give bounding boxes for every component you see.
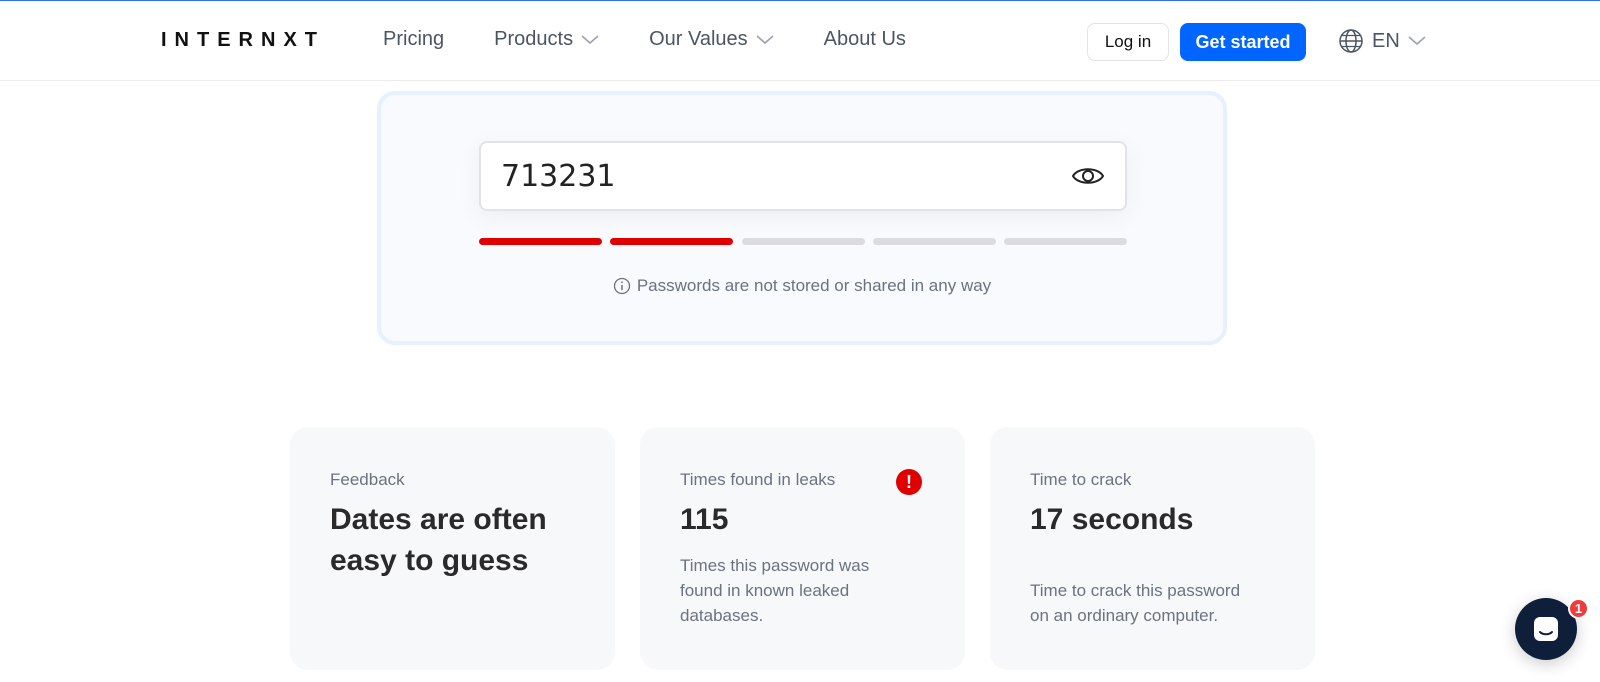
chevron-down-icon <box>756 34 774 44</box>
privacy-note: Passwords are not stored or shared in an… <box>381 276 1223 296</box>
nav-our-values[interactable]: Our Values <box>649 28 774 51</box>
crack-time-label: Time to crack <box>1030 470 1132 489</box>
nav-about-us[interactable]: About Us <box>824 28 906 51</box>
leaks-label: Times found in leaks <box>680 470 836 489</box>
feedback-card: Feedback Dates are often easy to guess <box>290 427 615 670</box>
nav-pricing-label: Pricing <box>383 28 445 50</box>
chat-icon <box>1534 617 1558 641</box>
strength-bar <box>610 238 734 245</box>
password-checker-card: Passwords are not stored or shared in an… <box>377 91 1227 345</box>
login-button[interactable]: Log in <box>1087 23 1169 61</box>
crack-time-card: Time to crack 17 seconds Time to crack t… <box>990 427 1315 670</box>
site-header: INTERNXT Pricing Products Our Values Abo… <box>0 1 1600 81</box>
strength-meter <box>479 238 1127 245</box>
language-selector[interactable]: EN <box>1338 28 1426 54</box>
feedback-label: Feedback <box>330 470 405 489</box>
leaks-description: Times this password was found in known l… <box>680 556 870 625</box>
leaks-card: Times found in leaks ! 115 Times this pa… <box>640 427 965 670</box>
crack-time-value: 17 seconds <box>1030 503 1194 536</box>
strength-bar <box>741 238 865 245</box>
leaks-value: 115 <box>680 503 729 536</box>
feedback-value: Dates are often easy to guess <box>330 503 547 577</box>
globe-icon <box>1339 29 1363 53</box>
eye-icon[interactable] <box>1071 163 1105 189</box>
get-started-button[interactable]: Get started <box>1180 23 1306 61</box>
internxt-logo[interactable]: INTERNXT <box>161 29 325 52</box>
crack-time-description: Time to crack this password on an ordina… <box>1030 581 1241 625</box>
nav-pricing[interactable]: Pricing <box>383 28 444 51</box>
nav-products[interactable]: Products <box>494 28 599 51</box>
password-field-wrapper <box>479 141 1127 211</box>
strength-bar <box>872 238 996 245</box>
alert-icon: ! <box>896 469 922 495</box>
nav-products-label: Products <box>494 28 574 50</box>
main-nav: Pricing Products Our Values About Us <box>383 28 956 51</box>
strength-bar <box>479 238 602 245</box>
privacy-note-text: Passwords are not stored or shared in an… <box>636 276 992 295</box>
password-input[interactable] <box>501 143 1061 209</box>
language-label: EN <box>1372 29 1400 52</box>
info-icon <box>613 277 630 295</box>
chevron-down-icon <box>581 34 599 44</box>
strength-bar <box>1004 238 1127 245</box>
chat-notification-badge: 1 <box>1568 598 1589 619</box>
nav-our-values-label: Our Values <box>649 28 748 50</box>
nav-about-us-label: About Us <box>823 28 906 50</box>
chevron-down-icon <box>1408 36 1426 46</box>
